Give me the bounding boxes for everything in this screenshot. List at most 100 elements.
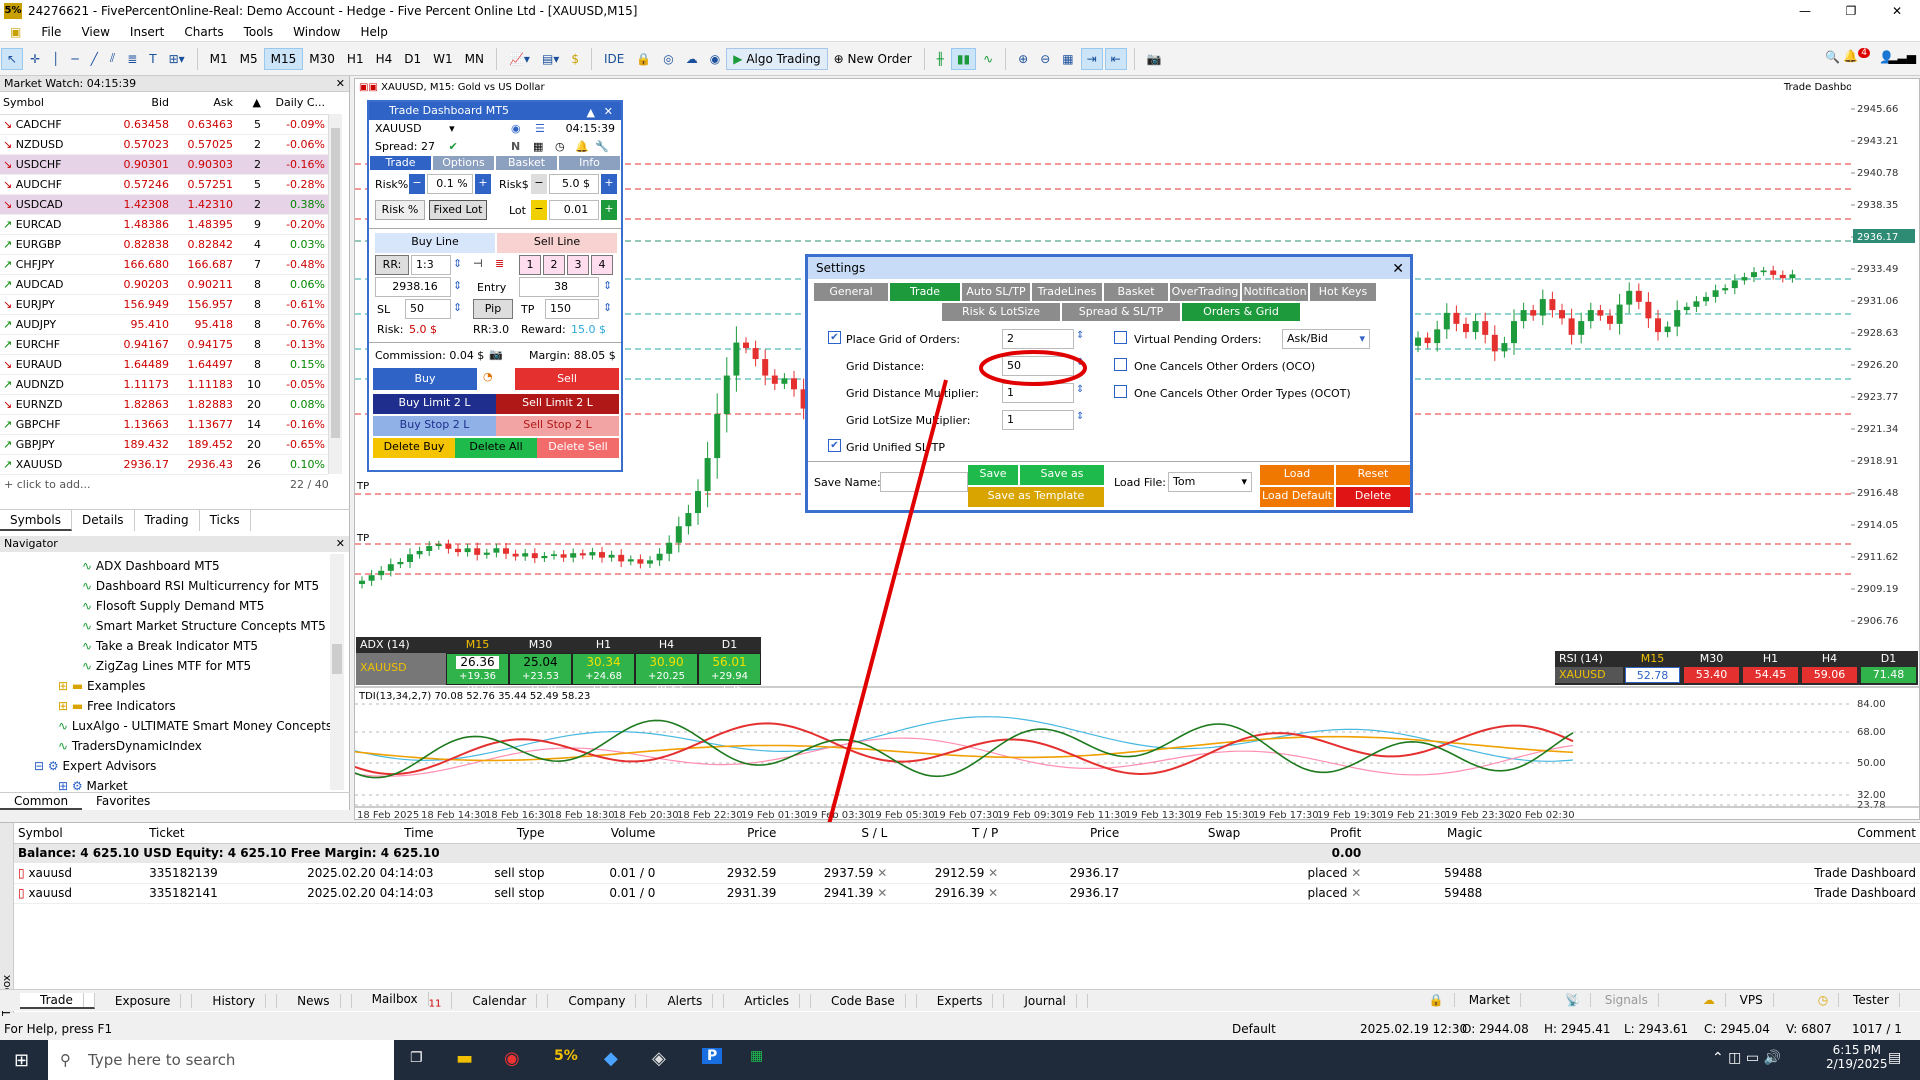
- horizontal-line-icon[interactable]: ─: [66, 49, 83, 69]
- navigator-item[interactable]: ⊞ ▬ Examples: [0, 676, 349, 696]
- market-watch-close-icon[interactable]: ✕: [336, 77, 345, 90]
- navigator-item[interactable]: ∿ Smart Market Structure Concepts MT5: [0, 616, 349, 636]
- toolbox-tab-company[interactable]: Company: [548, 993, 648, 1008]
- orders-col-6[interactable]: S / L: [780, 823, 892, 844]
- remove-profit-icon[interactable]: ✕: [1351, 886, 1361, 900]
- sell-stop-button[interactable]: Sell Stop 2 L: [496, 416, 619, 436]
- tray-icons[interactable]: ⌃ ◫ ▭ 🔊: [1712, 1050, 1781, 1066]
- col-ask[interactable]: Ask: [172, 92, 236, 115]
- tab-common[interactable]: Common: [0, 793, 83, 810]
- file-explorer-icon[interactable]: ▬: [456, 1048, 473, 1069]
- chart-shift-icon[interactable]: ⇤: [1104, 47, 1127, 70]
- order-row[interactable]: ▯ xauusd 335182139 2025.02.20 04:14:03 sell…: [14, 863, 1920, 883]
- num-2-button[interactable]: 2: [543, 255, 565, 275]
- menu-lines-icon[interactable]: ☰: [535, 120, 545, 138]
- tab-symbols[interactable]: Symbols: [0, 510, 72, 531]
- settings-subtab-spread-sl-tp[interactable]: Spread & SL/TP: [1062, 303, 1180, 321]
- grid-lotsize-stepper-icon[interactable]: ⇕: [1076, 411, 1084, 422]
- remove-sl-icon[interactable]: ✕: [877, 886, 887, 900]
- menu-view[interactable]: View: [71, 25, 119, 39]
- sell-line-button[interactable]: Sell Line: [497, 233, 617, 253]
- menu-help[interactable]: Help: [350, 25, 397, 39]
- entry-points-input[interactable]: 38: [519, 277, 599, 297]
- tf-h4[interactable]: H4: [370, 49, 399, 69]
- risk-usd-minus-button[interactable]: −: [531, 174, 547, 194]
- place-grid-input[interactable]: 2: [1002, 329, 1074, 349]
- navigator-item[interactable]: ∿ LuxAlgo - ULTIMATE Smart Money Concept…: [0, 716, 349, 736]
- navigator-scrollbar[interactable]: [330, 554, 344, 790]
- dashboard-title-bar[interactable]: Trade Dashboard MT5 ▲ ✕: [369, 102, 621, 120]
- navigator-item[interactable]: ∿ Flosoft Supply Demand MT5: [0, 596, 349, 616]
- orders-col-4[interactable]: Volume: [548, 823, 660, 844]
- rr-button[interactable]: RR:: [375, 255, 409, 275]
- toolbox-tab-exposure[interactable]: Exposure: [95, 993, 193, 1008]
- virtual-pending-checkbox[interactable]: [1114, 331, 1127, 344]
- orders-col-5[interactable]: Price: [659, 823, 781, 844]
- entry-stepper-icon[interactable]: ⇕: [453, 279, 462, 292]
- menu-insert[interactable]: Insert: [120, 25, 174, 39]
- fibo-icon[interactable]: ≣: [122, 49, 142, 69]
- taskbar-search[interactable]: ⚲ Type here to search: [48, 1040, 394, 1080]
- market-row[interactable]: ↗ EURCHF 0.94167 0.94175 8 -0.13%: [0, 334, 328, 355]
- navigator-item[interactable]: ∿ Take a Break Indicator MT5: [0, 636, 349, 656]
- delete-buy-button[interactable]: Delete Buy: [373, 438, 455, 458]
- minimize-icon[interactable]: —: [1782, 0, 1828, 22]
- tf-m5[interactable]: M5: [234, 49, 264, 69]
- vps-icon[interactable]: ◉: [705, 49, 725, 69]
- navigator-item[interactable]: ⊞ ▬ Free Indicators: [0, 696, 349, 716]
- vertical-line-icon[interactable]: │: [47, 49, 64, 69]
- menu-window[interactable]: Window: [283, 25, 350, 39]
- market-row[interactable]: ↘ NZDUSD 0.57023 0.57025 2 -0.06%: [0, 134, 328, 155]
- tf-h1[interactable]: H1: [341, 49, 370, 69]
- lot-plus-button[interactable]: +: [601, 200, 617, 220]
- market-row[interactable]: ↘ CADCHF 0.63458 0.63463 5 -0.09%: [0, 114, 328, 135]
- algo-trading-button[interactable]: ▶ Algo Trading: [726, 47, 828, 70]
- lot-input[interactable]: 0.01: [549, 200, 599, 220]
- dash-tab-basket[interactable]: Basket: [496, 156, 557, 170]
- toolbox-tab-mailbox[interactable]: Mailbox 11: [352, 991, 453, 1010]
- menu-charts[interactable]: Charts: [174, 25, 233, 39]
- tf-m30[interactable]: M30: [303, 49, 341, 69]
- navigator-close-icon[interactable]: ✕: [336, 537, 345, 550]
- grid-multiplier-stepper-icon[interactable]: ⇕: [1076, 384, 1084, 395]
- tf-m15[interactable]: M15: [263, 47, 304, 70]
- load-default-button[interactable]: Load Default: [1260, 487, 1334, 507]
- right-tab-market[interactable]: 🔒 Market: [1409, 993, 1531, 1007]
- num-1-button[interactable]: 1: [519, 255, 541, 275]
- right-tab-signals[interactable]: 📡 Signals: [1545, 993, 1669, 1007]
- terminal-app-icon[interactable]: ◈: [652, 1048, 666, 1069]
- taskbar-clock[interactable]: 6:15 PM 2/19/2025: [1826, 1043, 1888, 1071]
- orders-col-2[interactable]: Time: [286, 823, 438, 844]
- gauge-icon[interactable]: ◔: [483, 370, 493, 383]
- toolbox-tab-news[interactable]: News: [277, 993, 352, 1008]
- ide-button[interactable]: IDE: [598, 49, 630, 69]
- place-grid-checkbox[interactable]: ✔: [828, 331, 841, 344]
- tp-stepper-icon[interactable]: ⇕: [603, 301, 612, 314]
- toolbox-tab-code-base[interactable]: Code Base: [811, 993, 917, 1008]
- tab-favorites[interactable]: Favorites: [82, 793, 164, 810]
- grid-distance-input[interactable]: 50: [1002, 356, 1074, 376]
- sl-input[interactable]: 50: [405, 299, 451, 319]
- save-button[interactable]: Save: [968, 465, 1018, 485]
- right-tab-tester[interactable]: ◷ Tester: [1798, 993, 1910, 1007]
- market-row[interactable]: ↗ CHFJPY 166.680 166.687 7 -0.48%: [0, 254, 328, 275]
- settings-tab-trade[interactable]: Trade: [890, 283, 960, 301]
- lines-icon[interactable]: ≣: [495, 257, 504, 270]
- grid-icon[interactable]: ▦: [1057, 49, 1078, 69]
- market-watch-scrollbar[interactable]: [328, 114, 342, 474]
- buy-line-button[interactable]: Buy Line: [375, 233, 495, 253]
- mt4-app-icon[interactable]: ▦: [750, 1048, 763, 1064]
- grid-multiplier-input[interactable]: 1: [1002, 383, 1074, 403]
- bell-icon[interactable]: 🔔: [575, 138, 589, 156]
- virtual-pending-select[interactable]: Ask/Bid ▾: [1282, 329, 1370, 349]
- delete-sell-button[interactable]: Delete Sell: [537, 438, 619, 458]
- sell-limit-button[interactable]: Sell Limit 2 L: [496, 394, 619, 414]
- p-app-icon[interactable]: P: [702, 1048, 723, 1064]
- tf-d1[interactable]: D1: [398, 49, 427, 69]
- riskpct-plus-button[interactable]: +: [475, 174, 491, 194]
- place-grid-stepper-icon[interactable]: ⇕: [1076, 330, 1084, 341]
- sl-stepper-icon[interactable]: ⇕: [453, 301, 462, 314]
- chrome-icon[interactable]: ◉: [504, 1048, 520, 1069]
- settings-tab-tradelines[interactable]: TradeLines: [1032, 283, 1102, 301]
- riskpct-minus-button[interactable]: −: [409, 174, 425, 194]
